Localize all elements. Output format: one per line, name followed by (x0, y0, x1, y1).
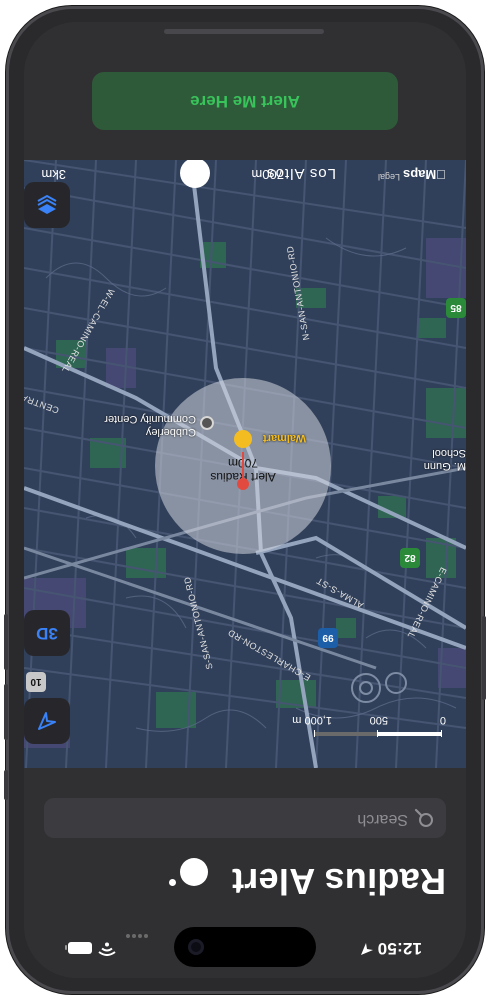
school-label: M. Gunn School (424, 446, 466, 472)
map-scale: 0 500 1,000 m (292, 710, 446, 738)
school-label-line1: M. Gunn (423, 460, 466, 472)
dynamic-island (174, 927, 316, 967)
highway-shield-10: 10 (26, 672, 46, 692)
alert-pin-marker[interactable] (237, 478, 249, 490)
recenter-location-button[interactable] (24, 698, 70, 744)
cubberley-label: Cubberley Community Center (104, 412, 196, 438)
search-input[interactable]: Search (357, 810, 408, 828)
status-bar: 12:50 (24, 918, 466, 978)
home-indicator[interactable] (164, 29, 324, 34)
volume-down-button (4, 614, 8, 670)
scale-label-500: 500 (369, 714, 388, 726)
map-view[interactable]: 3D 0 500 1,000 m 82 85 99 10 W-EL-CAMINO… (24, 160, 466, 768)
scale-label-0: 0 (439, 714, 446, 726)
scale-bar (314, 730, 442, 737)
map-layers-button[interactable] (24, 182, 70, 228)
battery-icon (68, 942, 92, 954)
alert-me-here-label: Alert Me Here (190, 92, 300, 111)
walmart-label: Walmart (263, 432, 306, 444)
header-status-dot-small (169, 879, 176, 886)
walmart-pin-icon[interactable] (234, 430, 252, 448)
volume-up-button (4, 684, 8, 740)
phone-screen: 12:50 Radius Alert Search 3D 0 500 1,000… (24, 22, 466, 978)
side-button (482, 616, 486, 700)
signal-icon (124, 929, 148, 947)
header-status-dot (180, 858, 208, 886)
school-label-line2: School (432, 447, 466, 459)
cubberley-label-line1: Cubberley (145, 426, 196, 438)
highway-shield-82: 82 (400, 548, 420, 568)
highway-shield-85: 85 (446, 298, 466, 318)
cubberley-label-line2: Community Center (104, 413, 196, 425)
battery-cap (65, 945, 67, 950)
radius-slider-max-label: 3km (41, 167, 66, 182)
wifi-icon (98, 942, 116, 956)
status-time: 12:50 (377, 939, 422, 958)
scale-label-1000: 1,000 m (292, 714, 332, 726)
community-center-icon[interactable] (200, 416, 214, 430)
action-button (4, 770, 8, 800)
toggle-3d-button[interactable]: 3D (24, 610, 70, 656)
layers-icon (37, 194, 57, 214)
legal-link[interactable]: Legal (378, 172, 400, 182)
search-bar[interactable]: Search (44, 798, 446, 838)
search-icon (414, 808, 433, 827)
camera-icon (188, 939, 204, 955)
location-arrow-icon (38, 712, 56, 730)
location-arrow-icon (361, 943, 373, 955)
maps-attribution: Maps (403, 167, 446, 182)
highway-shield-99: 99 (318, 628, 338, 648)
radius-readout: 700m (251, 167, 284, 182)
toggle-3d-label: 3D (36, 624, 58, 643)
alert-me-here-button[interactable]: Alert Me Here (92, 72, 398, 130)
page-title: Radius Alert (231, 861, 446, 902)
